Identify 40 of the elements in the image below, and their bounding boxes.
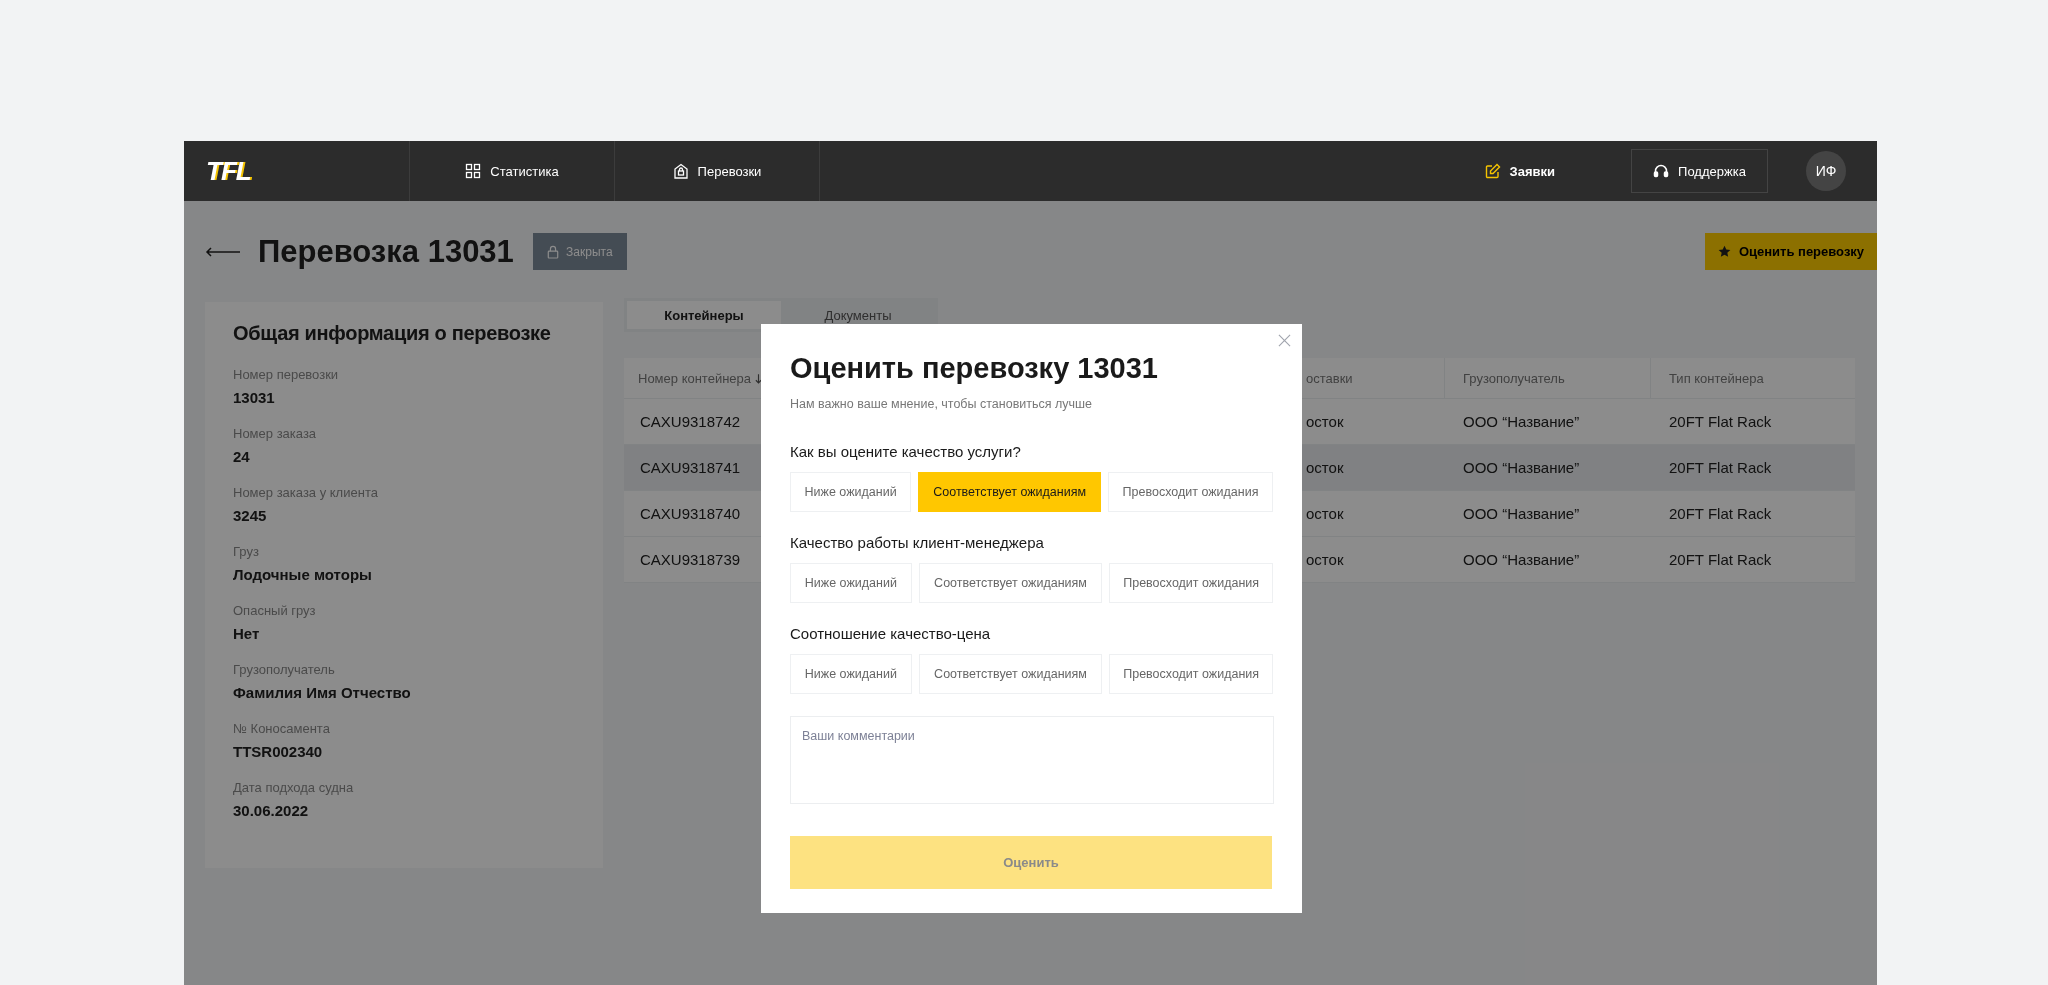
table-cell: 20FT Flat Rack [1669,505,1772,522]
table-cell: CAXU9318739 [640,551,741,568]
table-cell: осток [1306,551,1344,568]
table-cell: 20FT Flat Rack [1669,459,1772,476]
field-value: TTSR002340 [233,743,324,760]
table-cell: 20FT Flat Rack [1669,551,1772,568]
table-cell: 20FT Flat Rack [1669,413,1772,430]
card-title: Общая информация о перевозке [233,322,552,345]
field-label: Груз [233,544,260,559]
table-cell: ООО “Название” [1463,505,1580,522]
question-label: Качество работы клиент-менеджера [790,534,1045,551]
table-cell: ООО “Название” [1463,551,1580,568]
field-label: Номер заказа у клиента [233,485,379,500]
field-value: 30.06.2022 [233,802,310,819]
field-label: Номер заказа [233,426,318,441]
question-label: Соотношение качество-цена [790,625,992,642]
field-label: № Коносамента [233,721,331,736]
field-label: Опасный груз [233,603,317,618]
field-label: Дата подхода судна [233,780,355,795]
field-value: Лодочные моторы [233,566,373,583]
status-label: Закрыта [566,244,613,259]
table-cell: CAXU9318740 [640,505,741,522]
field-value: Фамилия Имя Отчество [233,684,412,701]
field-value: 13031 [233,389,276,406]
question-label: Как вы оцените качество услуги? [790,443,1022,460]
table-cell: ООО “Название” [1463,413,1580,430]
table-cell: ООО “Название” [1463,459,1580,476]
table-cell: осток [1306,413,1344,430]
dialog-subtitle: Нам важно ваше мнение, чтобы становиться лучше [790,397,1094,411]
table-cell: CAXU9318742 [640,413,741,430]
table-cell: осток [1306,505,1344,522]
field-value: 3245 [233,507,268,524]
field-value: 24 [233,448,251,465]
field-value: Нет [233,625,261,642]
field-label: Номер перевозки [233,367,340,382]
table-cell: CAXU9318741 [640,459,741,476]
field-label: Грузополучатель [233,662,336,677]
page-title: Перевозка 13031 [258,233,514,270]
dialog-title: Оценить перевозку 13031 [790,352,1159,385]
table-cell: осток [1306,459,1344,476]
